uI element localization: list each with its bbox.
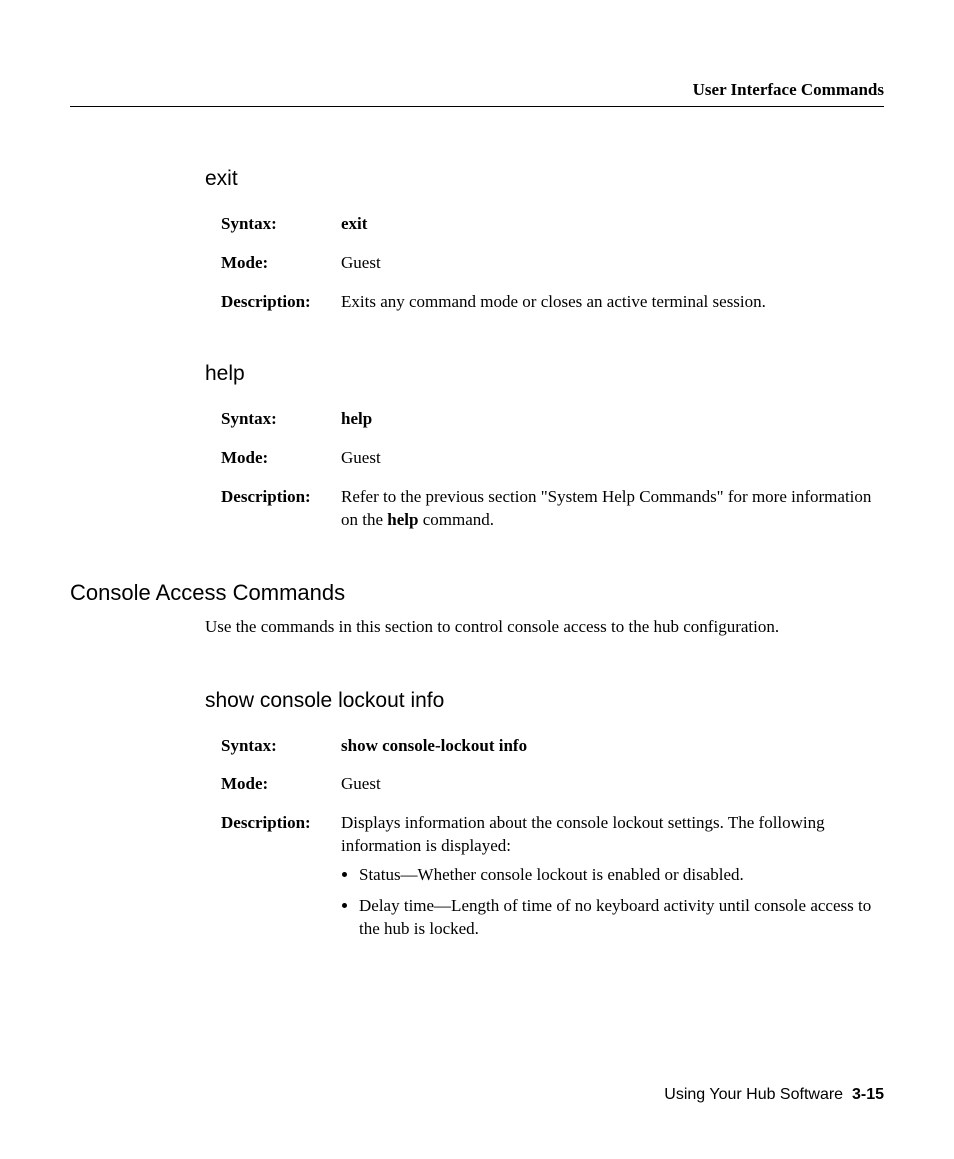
definition-table: Syntax: show console-lockout info Mode: … <box>221 727 881 958</box>
desc-post: command. <box>418 510 494 529</box>
command-show-console-lockout: show console lockout info Syntax: show c… <box>205 689 884 958</box>
value-syntax: help <box>341 400 881 439</box>
label-description: Description: <box>221 478 341 540</box>
value-mode: Guest <box>341 244 766 283</box>
label-mode: Mode: <box>221 765 341 804</box>
value-syntax: exit <box>341 205 766 244</box>
page: User Interface Commands exit Syntax: exi… <box>0 0 954 1159</box>
section-title: Console Access Commands <box>70 580 884 606</box>
value-syntax: show console-lockout info <box>341 727 881 766</box>
label-description: Description: <box>221 804 341 957</box>
label-description: Description: <box>221 283 341 322</box>
value-description: Displays information about the console l… <box>341 804 881 957</box>
running-header: User Interface Commands <box>70 80 884 100</box>
value-mode: Guest <box>341 439 881 478</box>
definition-table: Syntax: exit Mode: Guest Description: Ex… <box>221 205 766 322</box>
label-syntax: Syntax: <box>221 400 341 439</box>
footer-page: 3-15 <box>852 1086 884 1103</box>
value-mode: Guest <box>341 765 881 804</box>
command-title: help <box>205 362 884 386</box>
value-description: Refer to the previous section "System He… <box>341 478 881 540</box>
command-title: exit <box>205 167 884 191</box>
label-syntax: Syntax: <box>221 205 341 244</box>
section-intro: Use the commands in this section to cont… <box>205 616 884 639</box>
desc-text: Displays information about the console l… <box>341 813 825 855</box>
page-footer: Using Your Hub Software 3-15 <box>664 1086 884 1104</box>
value-description: Exits any command mode or closes an acti… <box>341 283 766 322</box>
header-rule <box>70 106 884 107</box>
label-mode: Mode: <box>221 439 341 478</box>
footer-text: Using Your Hub Software <box>664 1086 843 1103</box>
label-syntax: Syntax: <box>221 727 341 766</box>
command-exit: exit Syntax: exit Mode: Guest Descriptio… <box>205 167 884 322</box>
command-title: show console lockout info <box>205 689 884 713</box>
definition-table: Syntax: help Mode: Guest Description: Re… <box>221 400 881 540</box>
command-help: help Syntax: help Mode: Guest Descriptio… <box>205 362 884 540</box>
desc-bullets: Status—Whether console lockout is enable… <box>341 864 881 941</box>
bullet-item: Status—Whether console lockout is enable… <box>359 864 881 887</box>
section-console-access: Console Access Commands Use the commands… <box>70 580 884 639</box>
label-mode: Mode: <box>221 244 341 283</box>
bullet-item: Delay time—Length of time of no keyboard… <box>359 895 881 941</box>
desc-bold: help <box>387 510 418 529</box>
